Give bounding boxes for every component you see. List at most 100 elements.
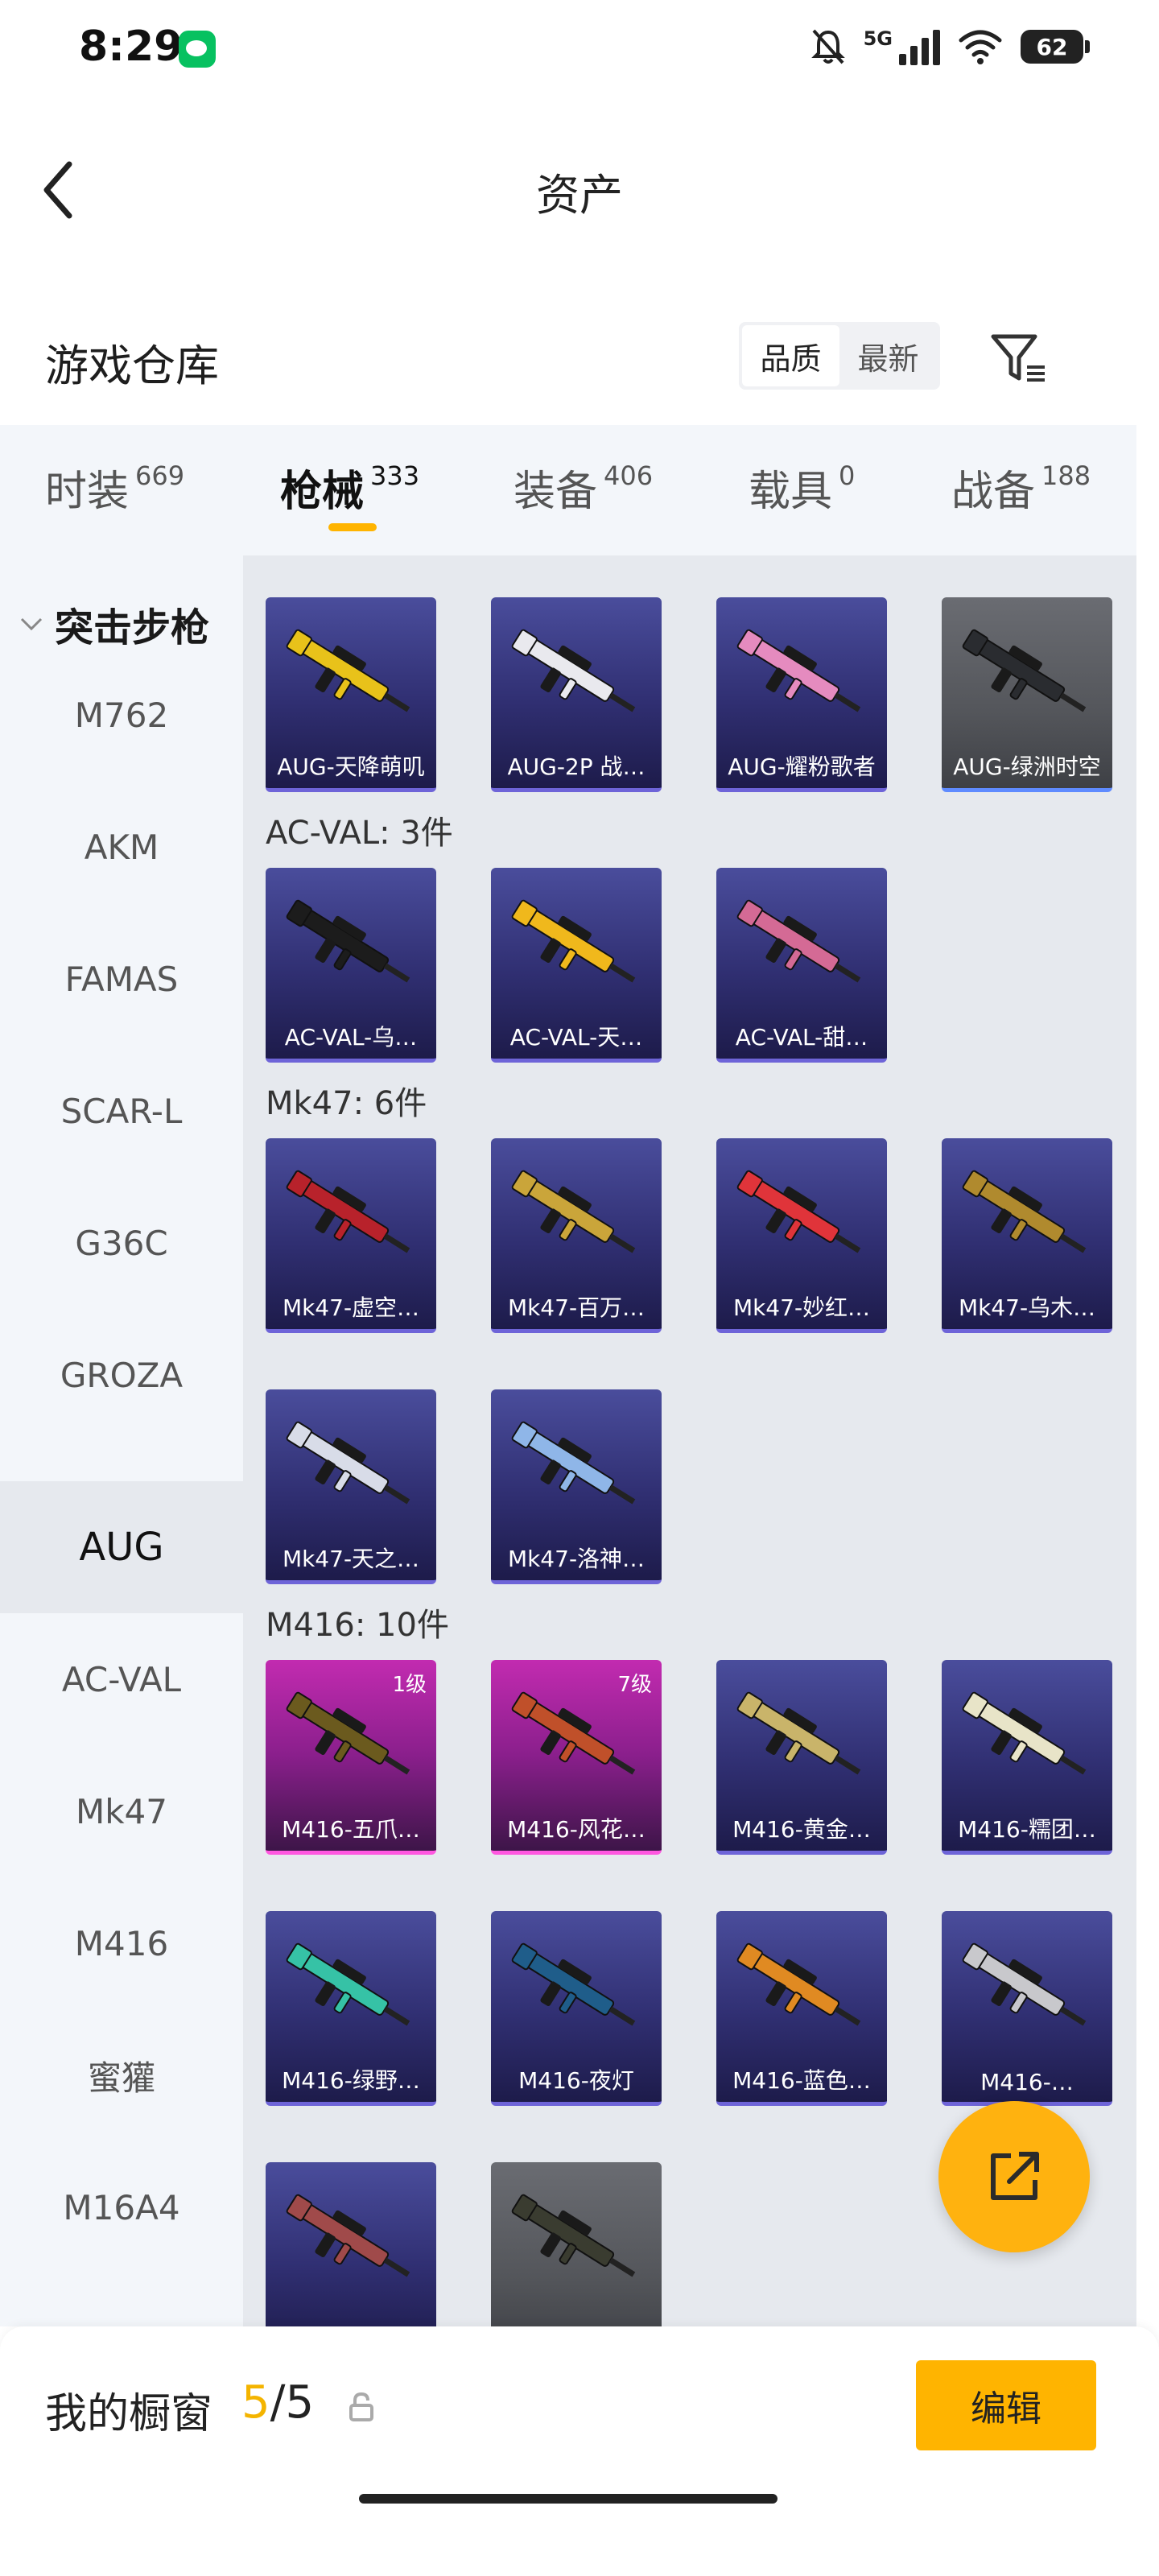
sidebar-item-g36c[interactable]: G36C [0, 1177, 243, 1309]
sidebar-item-groza[interactable]: GROZA [0, 1309, 243, 1441]
tab-count: 0 [839, 460, 856, 491]
sidebar-group-assault-rifles[interactable]: 突击步枪 [19, 596, 209, 652]
weapon-skin-card[interactable] [266, 2162, 436, 2326]
tab-firearms[interactable]: 枪械 333 [280, 457, 419, 518]
tab-count: 406 [604, 460, 654, 491]
weapon-skin-card[interactable]: Mk47-百万… [491, 1138, 662, 1333]
weapon-skin-card[interactable]: Mk47-天之… [266, 1389, 436, 1584]
weapon-skin-card[interactable]: AC-VAL-天… [491, 868, 662, 1063]
rifle-icon [736, 1691, 861, 1775]
weapon-skin-card[interactable]: M416-… [942, 1911, 1112, 2106]
weapon-skin-name: M416-风花… [507, 1816, 645, 1843]
rifle-icon [286, 1170, 410, 1253]
sidebar-item-ac-val[interactable]: AC-VAL [0, 1613, 243, 1745]
weapon-skin-name: AC-VAL-甜… [735, 1024, 868, 1051]
weapon-skin-card[interactable] [491, 2162, 662, 2326]
bell-muted-icon [810, 29, 845, 64]
tab-vehicles[interactable]: 载具 0 [749, 457, 855, 518]
group-label: AC-VAL: 3件 [266, 815, 453, 852]
weapon-skin-name: AUG-耀粉歌者 [728, 753, 876, 780]
weapon-skin-card[interactable]: Mk47-洛神… [491, 1389, 662, 1584]
sidebar-item-honey-badger[interactable]: 蜜獾 [0, 2009, 243, 2141]
weapon-skin-name: M416-五爪… [282, 1816, 420, 1843]
rifle-icon [511, 2194, 636, 2277]
rifle-icon [511, 629, 636, 712]
weapon-type-sidebar: 突击步枪 M762 AKM FAMAS SCAR-L G36C GROZA AU… [0, 555, 243, 2326]
sidebar-item-scar-l[interactable]: SCAR-L [0, 1045, 243, 1177]
weapon-skin-name: AUG-2P 战… [507, 753, 645, 780]
chevron-down-icon [20, 617, 43, 631]
weapon-skin-name: M416-绿野… [282, 2067, 420, 2094]
tab-label: 载具 [749, 468, 833, 516]
weapon-skin-card[interactable]: AUG-绿洲时空 [942, 597, 1112, 792]
sidebar-item-aug[interactable]: AUG [0, 1481, 243, 1613]
rifle-icon [286, 629, 410, 712]
weapon-skin-card[interactable]: M416-糯团… [942, 1660, 1112, 1855]
weapon-skin-name: AC-VAL-乌… [284, 1024, 418, 1051]
showcase-bar: 我的橱窗 5/5 编辑 [0, 2326, 1159, 2576]
tab-label: 枪械 [280, 468, 365, 516]
sidebar-item-famas[interactable]: FAMAS [0, 913, 243, 1045]
sidebar-item-mk47[interactable]: Mk47 [0, 1745, 243, 1877]
sort-newest-button[interactable]: 最新 [839, 325, 937, 386]
status-bar: 8:29 5G 62 [0, 0, 1159, 97]
category-tabs: 时装 669 枪械 333 装备 406 载具 0 战备 188 [0, 425, 1136, 555]
skin-level-badge: 1级 [392, 1673, 427, 1697]
weapon-skin-name: M416-糯团… [958, 1816, 1096, 1843]
wechat-icon [179, 31, 216, 68]
weapon-skin-card[interactable]: Mk47-妙红… [716, 1138, 887, 1333]
wifi-icon [959, 30, 1002, 64]
showcase-current: 5 [241, 2376, 270, 2429]
weapon-skin-grid: AUG-天降萌叽 AUG-2P 战… AUG-耀粉歌者 AUG-绿洲时空 AC-VAL:… [243, 555, 1136, 2326]
weapon-skin-name: M416-蓝色… [732, 2067, 871, 2094]
weapon-skin-card[interactable]: M416-夜灯 [491, 1911, 662, 2106]
tab-label: 装备 [514, 468, 598, 516]
weapon-skin-name: Mk47-乌木… [958, 1294, 1096, 1321]
tab-fashion[interactable]: 时装 669 [45, 457, 184, 518]
weapon-skin-name: M416-… [980, 2069, 1074, 2095]
weapon-skin-name: AUG-天降萌叽 [277, 753, 425, 780]
weapon-skin-card[interactable]: AC-VAL-甜… [716, 868, 887, 1063]
weapon-skin-card[interactable]: AUG-天降萌叽 [266, 597, 436, 792]
tab-active-indicator [328, 523, 377, 531]
signal-icon [899, 28, 940, 65]
rifle-icon [286, 899, 410, 983]
rifle-icon [511, 899, 636, 983]
weapon-skin-card[interactable]: AC-VAL-乌… [266, 868, 436, 1063]
showcase-label: 我的橱窗 [45, 2390, 213, 2438]
weapon-skin-card[interactable]: M416-绿野… [266, 1911, 436, 2106]
battery-indicator: 62 [1021, 30, 1090, 64]
network-type: 5G [863, 27, 893, 50]
group-label: M416: 10件 [266, 1607, 449, 1644]
weapon-skin-card[interactable]: Mk47-虚空… [266, 1138, 436, 1333]
sidebar-item-m762[interactable]: M762 [0, 649, 243, 781]
status-time: 8:29 [79, 23, 184, 71]
sidebar-item-akm[interactable]: AKM [0, 781, 243, 913]
weapon-skin-name: Mk47-天之… [282, 1546, 420, 1572]
weapon-skin-card[interactable]: M416-蓝色… [716, 1911, 887, 2106]
tab-count: 333 [370, 460, 420, 491]
sidebar-item-m416[interactable]: M416 [0, 1877, 243, 2009]
external-link-icon [991, 2152, 1039, 2200]
weapon-skin-card[interactable]: AUG-耀粉歌者 [716, 597, 887, 792]
weapon-skin-card[interactable]: M416-黄金… [716, 1660, 887, 1855]
sidebar-item-m16a4[interactable]: M16A4 [0, 2141, 243, 2273]
rifle-icon [962, 1691, 1087, 1775]
weapon-skin-card[interactable]: 1级 M416-五爪… [266, 1660, 436, 1855]
weapon-skin-name: AC-VAL-天… [509, 1024, 643, 1051]
sort-quality-button[interactable]: 品质 [742, 325, 839, 386]
rifle-icon [736, 1942, 861, 2026]
edit-button[interactable]: 编辑 [916, 2360, 1096, 2450]
rifle-icon [286, 1942, 410, 2026]
tab-count: 188 [1041, 460, 1091, 491]
rifle-icon [511, 1170, 636, 1253]
weapon-skin-card[interactable]: AUG-2P 战… [491, 597, 662, 792]
tab-equipment[interactable]: 装备 406 [514, 457, 653, 518]
tab-combat-gear[interactable]: 战备 188 [951, 457, 1091, 518]
weapon-skin-card[interactable]: Mk47-乌木… [942, 1138, 1112, 1333]
share-button[interactable] [938, 2101, 1090, 2252]
filter-icon[interactable] [987, 325, 1051, 390]
weapon-skin-card[interactable]: 7级 M416-风花… [491, 1660, 662, 1855]
weapon-skin-name: Mk47-妙红… [732, 1294, 871, 1321]
weapon-skin-name: M416-夜灯 [518, 2067, 634, 2094]
